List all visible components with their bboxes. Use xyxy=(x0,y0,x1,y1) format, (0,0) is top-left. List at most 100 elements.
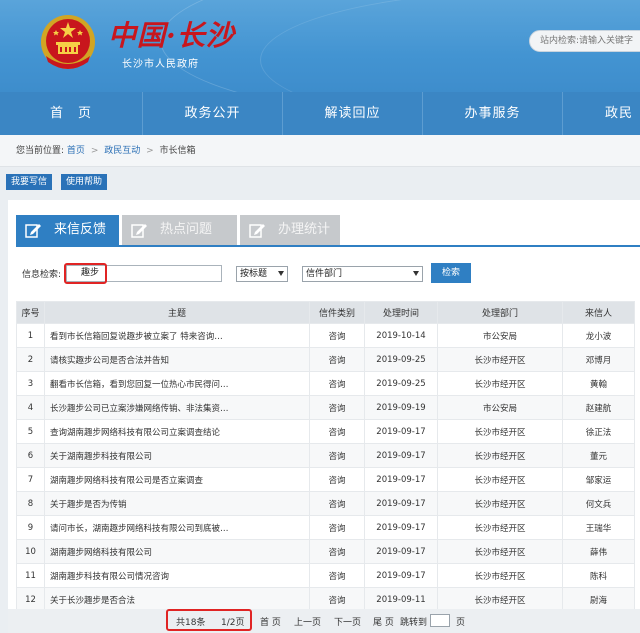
site-logo[interactable]: 中国·长沙 xyxy=(108,14,235,54)
pager-suffix: 页 xyxy=(456,618,466,628)
table-row[interactable]: 4 长沙趣步公司已立案涉嫌网络传销、非法集资… 咨询 2019-09-19 市公安局 赵建… xyxy=(16,395,635,420)
cell-time: 2019-09-25 xyxy=(364,347,438,372)
search-form: 信息检索: 趣步 按标题 信件部门 检索 xyxy=(18,263,638,284)
cell-subject[interactable]: 关于湖南趣步科技有限公司 xyxy=(44,443,310,468)
edit-icon xyxy=(249,224,265,238)
cell-subject[interactable]: 查询湖南趣步网络科技有限公司立案调查结论 xyxy=(44,419,310,444)
site-header: 中国·长沙 长沙市人民政府 站内检索:请输入关键字 xyxy=(0,0,640,92)
tab-letter-feedback[interactable]: 来信反馈 xyxy=(16,215,119,245)
department-select[interactable]: 信件部门 xyxy=(302,266,423,282)
national-emblem-icon xyxy=(41,15,95,69)
chevron-down-icon xyxy=(278,271,284,276)
search-button[interactable]: 检索 xyxy=(431,263,471,283)
pager-next-link[interactable]: 下一页 xyxy=(334,615,361,628)
cell-index: 3 xyxy=(16,371,45,396)
table-header-row: 序号 主题 信件类别 处理时间 处理部门 来信人 xyxy=(16,301,635,324)
cell-sender: 邓博月 xyxy=(562,347,635,372)
edit-icon xyxy=(131,224,147,238)
write-letter-button[interactable]: 我要写信 xyxy=(6,174,53,190)
cell-sender: 陈科 xyxy=(562,563,635,588)
cell-department: 长沙市经开区 xyxy=(437,467,563,492)
nav-item-home[interactable]: 首 页 xyxy=(0,92,143,135)
cell-index: 9 xyxy=(16,515,45,540)
cell-index: 10 xyxy=(16,539,45,564)
cell-department: 长沙市经开区 xyxy=(437,587,563,612)
table-row[interactable]: 9 请问市长，湖南趣步网络科技有限公司到底被… 咨询 2019-09-17 长沙市经开区… xyxy=(16,515,635,540)
cell-category: 咨询 xyxy=(309,587,365,612)
field-select[interactable]: 按标题 xyxy=(236,266,288,282)
cell-index: 4 xyxy=(16,395,45,420)
table-row[interactable]: 5 查询湖南趣步网络科技有限公司立案调查结论 咨询 2019-09-17 长沙市经开区徐… xyxy=(16,419,635,444)
pager-goto-label: 跳转到 xyxy=(400,618,428,628)
cell-sender: 薛伟 xyxy=(562,539,635,564)
cell-department: 市公安局 xyxy=(437,323,563,348)
chevron-down-icon xyxy=(413,271,419,276)
cell-sender: 董元 xyxy=(562,443,635,468)
cell-time: 2019-09-17 xyxy=(364,443,438,468)
cell-subject[interactable]: 湖南趣步网络科技有限公司 xyxy=(44,539,310,564)
cell-index: 5 xyxy=(16,419,45,444)
cell-index: 8 xyxy=(16,491,45,516)
table-row[interactable]: 6 关于湖南趣步科技有限公司 咨询 2019-09-17 长沙市经开区 董元 xyxy=(16,443,635,468)
department-select-value: 信件部门 xyxy=(306,269,343,279)
column-header-category: 信件类别 xyxy=(309,301,365,324)
cell-subject[interactable]: 关于趣步是否为传销 xyxy=(44,491,310,516)
cell-subject[interactable]: 看到市长信箱回复说趣步被立案了 特来咨询… xyxy=(44,323,310,348)
cell-category: 咨询 xyxy=(309,515,365,540)
cell-subject[interactable]: 关于长沙趣步是否合法 xyxy=(44,587,310,612)
cell-department: 长沙市经开区 xyxy=(437,491,563,516)
cell-category: 咨询 xyxy=(309,419,365,444)
cell-subject[interactable]: 请核实趣步公司是否合法并告知 xyxy=(44,347,310,372)
cell-sender: 王瑞华 xyxy=(562,515,635,540)
table-row[interactable]: 7 湖南趣步网络科技有限公司是否立案调查 咨询 2019-09-17 长沙市经开区 邹家运 xyxy=(16,467,635,492)
column-header-sender: 来信人 xyxy=(562,301,635,324)
cell-subject[interactable]: 翻看市长信箱，看到您回复一位热心市民得问… xyxy=(44,371,310,396)
pager-goto-input[interactable] xyxy=(430,614,450,627)
pager-highlight-annotation xyxy=(166,609,252,631)
tab-hot-issues[interactable]: 热点问题 xyxy=(122,215,237,245)
column-header-subject: 主题 xyxy=(44,301,310,324)
cell-category: 咨询 xyxy=(309,395,365,420)
cell-time: 2019-09-25 xyxy=(364,371,438,396)
site-subtitle: 长沙市人民政府 xyxy=(122,59,199,70)
table-row[interactable]: 3 翻看市长信箱，看到您回复一位热心市民得问… 咨询 2019-09-25 长沙市经开区… xyxy=(16,371,635,396)
cell-department: 长沙市经开区 xyxy=(437,371,563,396)
nav-item-interaction[interactable]: 政民互 xyxy=(563,92,640,164)
cell-index: 1 xyxy=(16,323,45,348)
pager-last-link[interactable]: 尾 页 xyxy=(373,615,394,628)
breadcrumb-home-link[interactable]: 首页 xyxy=(67,146,85,156)
table-row[interactable]: 10 湖南趣步网络科技有限公司 咨询 2019-09-17 长沙市经开区 薛伟 xyxy=(16,539,635,564)
table-row[interactable]: 2 请核实趣步公司是否合法并告知 咨询 2019-09-25 长沙市经开区 邓博月 xyxy=(16,347,635,372)
keyword-highlight-annotation xyxy=(64,263,107,284)
table-row[interactable]: 11 湖南趣步科技有限公司情况咨询 咨询 2019-09-17 长沙市经开区 陈科 xyxy=(16,563,635,588)
column-header-index: 序号 xyxy=(16,301,45,324)
nav-item-services[interactable]: 办事服务 xyxy=(423,92,563,135)
breadcrumb-interaction-link[interactable]: 政民互动 xyxy=(104,146,140,156)
cell-subject[interactable]: 长沙趣步公司已立案涉嫌网络传销、非法集资… xyxy=(44,395,310,420)
cell-department: 长沙市经开区 xyxy=(437,443,563,468)
cell-index: 2 xyxy=(16,347,45,372)
help-button[interactable]: 使用帮助 xyxy=(61,174,108,190)
site-search-input[interactable]: 站内检索:请输入关键字 xyxy=(529,30,640,52)
pager-prev-link[interactable]: 上一页 xyxy=(294,615,321,628)
tab-statistics[interactable]: 办理统计 xyxy=(240,215,340,245)
pager-first-link[interactable]: 首 页 xyxy=(260,615,281,628)
breadcrumb-separator-icon: > xyxy=(90,146,99,156)
table-row[interactable]: 1 看到市长信箱回复说趣步被立案了 特来咨询… 咨询 2019-10-14 市公安局 龙小… xyxy=(16,323,635,348)
nav-item-interpretation[interactable]: 解读回应 xyxy=(283,92,423,135)
tab-label: 热点问题 xyxy=(160,222,213,237)
cell-subject[interactable]: 湖南趣步科技有限公司情况咨询 xyxy=(44,563,310,588)
field-select-value: 按标题 xyxy=(240,269,268,279)
cell-subject[interactable]: 湖南趣步网络科技有限公司是否立案调查 xyxy=(44,467,310,492)
letters-table: 序号 主题 信件类别 处理时间 处理部门 来信人 1 看到市长信箱回复说趣步被立案… xyxy=(16,301,635,612)
cell-department: 长沙市经开区 xyxy=(437,563,563,588)
cell-index: 11 xyxy=(16,563,45,588)
tab-label: 办理统计 xyxy=(278,222,331,237)
cell-time: 2019-09-17 xyxy=(364,515,438,540)
cell-department: 长沙市经开区 xyxy=(437,515,563,540)
nav-item-government-affairs[interactable]: 政务公开 xyxy=(143,92,283,135)
cell-category: 咨询 xyxy=(309,563,365,588)
cell-subject[interactable]: 请问市长，湖南趣步网络科技有限公司到底被… xyxy=(44,515,310,540)
table-row[interactable]: 8 关于趣步是否为传销 咨询 2019-09-17 长沙市经开区 何文兵 xyxy=(16,491,635,516)
table-row[interactable]: 12 关于长沙趣步是否合法 咨询 2019-09-11 长沙市经开区 尉海 xyxy=(16,587,635,612)
